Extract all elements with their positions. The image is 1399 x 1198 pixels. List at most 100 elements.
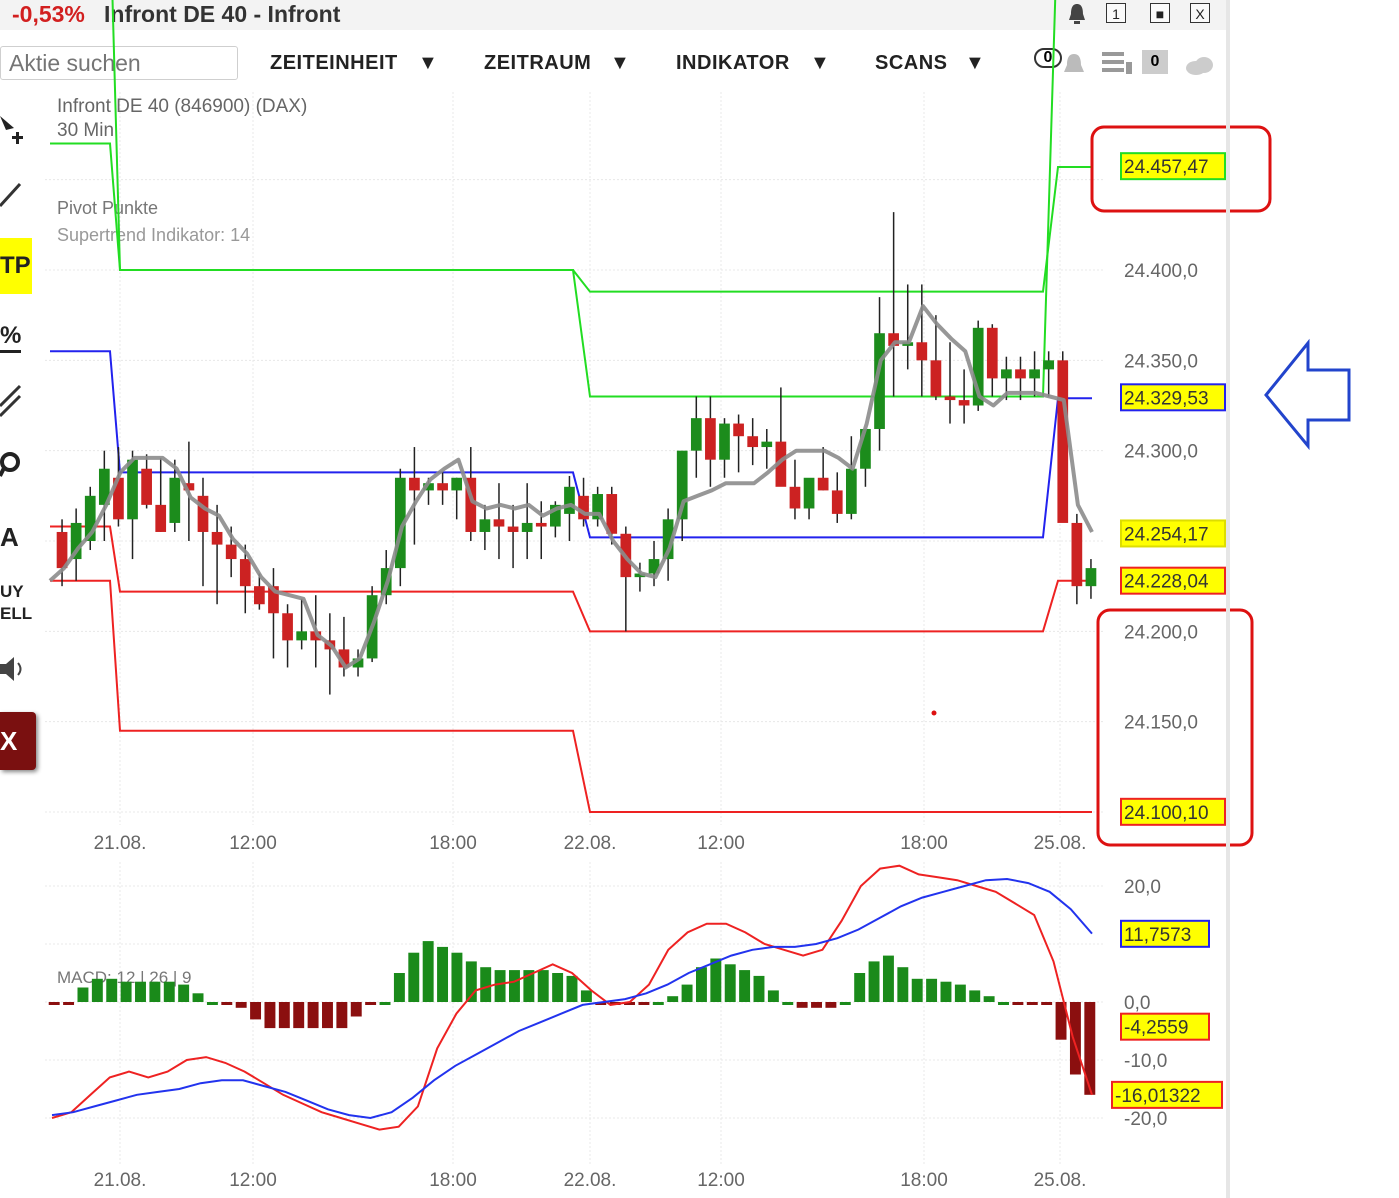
candle-body: [212, 532, 223, 545]
macd-bar: [408, 953, 419, 1002]
candle-body: [508, 527, 519, 532]
macd-bar: [725, 964, 736, 1002]
time-axis-bottom: 21.08.12:0018:0022.08.12:0018:0025.08.: [94, 1170, 1087, 1191]
chart-canvas[interactable]: Infront DE 40 (846900) (DAX) 30 Min Pivo…: [0, 0, 1399, 1198]
macd-bar: [883, 956, 894, 1002]
time-tick-label: 18:00: [900, 833, 948, 854]
price-grid: [45, 92, 1103, 825]
candle-body: [494, 519, 505, 526]
candle-body: [409, 478, 420, 491]
time-axis-top: 21.08.12:0018:0022.08.12:0018:0025.08.: [94, 833, 1087, 854]
candle-body: [198, 496, 209, 532]
macd-bar: [92, 979, 103, 1002]
price-label: 24.100,10: [1124, 803, 1209, 824]
pivot-lines: [50, 0, 1092, 812]
time-tick-label: 25.08.: [1034, 1170, 1087, 1191]
macd-bar: [912, 979, 923, 1002]
candle-body: [282, 613, 293, 640]
macd-value-label: -4,2559: [1124, 1018, 1188, 1039]
price-tick-label: 24.350,0: [1124, 351, 1198, 372]
time-tick-label: 21.08.: [94, 1170, 147, 1191]
instrument-title: Infront DE 40 (846900) (DAX): [57, 96, 307, 117]
pivot-r2-line: [50, 0, 1092, 292]
macd-bar: [437, 947, 448, 1002]
macd-bar: [869, 961, 880, 1002]
candle-body: [916, 342, 927, 360]
candle-body: [564, 487, 575, 514]
time-tick-label: 22.08.: [564, 833, 617, 854]
candle-body: [1001, 369, 1012, 378]
timeframe-label: 30 Min: [57, 120, 114, 141]
candle-body: [832, 490, 843, 513]
macd-bar: [279, 1002, 290, 1028]
time-tick-label: 12:00: [697, 1170, 745, 1191]
macd-bar: [221, 1002, 232, 1005]
macd-bar: [365, 1002, 376, 1005]
macd-bar: [351, 1002, 362, 1017]
macd-bar: [77, 988, 88, 1003]
macd-tick-label: 20,0: [1124, 877, 1161, 898]
time-tick-label: 18:00: [429, 1170, 477, 1191]
candle-body: [1015, 369, 1026, 378]
time-tick-label: 18:00: [429, 833, 477, 854]
candle-body: [155, 505, 166, 532]
candle-body: [705, 418, 716, 460]
macd-bar: [495, 970, 506, 1002]
macd-bar: [567, 976, 578, 1002]
macd-histogram: [49, 941, 1096, 1095]
macd-value-label: -16,01322: [1115, 1086, 1201, 1107]
macd-bar: [236, 1002, 247, 1008]
macd-tick-label: -10,0: [1124, 1051, 1167, 1072]
legend-pivot: Pivot Punkte: [57, 198, 158, 218]
macd-bar: [1012, 1002, 1023, 1005]
candle-body: [240, 559, 251, 586]
macd-bar: [451, 953, 462, 1002]
time-tick-label: 18:00: [900, 1170, 948, 1191]
macd-bar: [825, 1002, 836, 1008]
price-label: 24.254,17: [1124, 524, 1209, 545]
price-axis: 24.400,0 24.350,0 24.300,0 24.200,0 24.150,0: [1124, 261, 1198, 734]
macd-bar: [969, 990, 980, 1002]
price-tick-label: 24.150,0: [1124, 713, 1198, 734]
macd-bar: [754, 976, 765, 1002]
price-label: 24.329,53: [1124, 388, 1209, 409]
candle-body: [691, 418, 702, 451]
candle-body: [127, 460, 138, 520]
macd-bar: [250, 1002, 261, 1019]
macd-bar: [710, 959, 721, 1003]
macd-bar: [193, 993, 204, 1002]
macd-bar: [480, 967, 491, 1002]
macd-bar: [106, 979, 117, 1002]
candle-body: [719, 424, 730, 460]
macd-bar: [1070, 1002, 1081, 1075]
price-tick-label: 24.200,0: [1124, 622, 1198, 643]
macd-bar: [854, 973, 865, 1002]
time-tick-label: 21.08.: [94, 833, 147, 854]
candle-body: [1072, 523, 1083, 586]
macd-bar: [941, 982, 952, 1002]
candle-body: [451, 478, 462, 491]
macd-grid: [45, 862, 1103, 1165]
macd-bar: [1084, 1002, 1095, 1095]
window-border: [1226, 0, 1230, 1198]
macd-bar: [797, 1002, 808, 1008]
macd-value-labels: 11,7573-4,2559-16,01322: [1112, 921, 1222, 1108]
macd-bar: [926, 979, 937, 1002]
price-tick-label: 24.300,0: [1124, 442, 1198, 463]
pivot-s1-line: [50, 527, 1092, 632]
time-tick-label: 12:00: [697, 833, 745, 854]
macd-bar: [394, 973, 405, 1002]
candle-body: [480, 519, 491, 532]
candle-body: [536, 523, 547, 527]
candle-body: [226, 545, 237, 559]
price-tick-label: 24.400,0: [1124, 261, 1198, 282]
macd-bar: [840, 1002, 851, 1005]
macd-bar: [149, 982, 160, 1002]
candle-body: [987, 328, 998, 379]
macd-tick-label: 0,0: [1124, 993, 1150, 1014]
candle-body: [254, 586, 265, 604]
candle-body: [296, 631, 307, 640]
macd-bar: [768, 990, 779, 1002]
macd-bar: [682, 985, 693, 1002]
macd-bar: [308, 1002, 319, 1028]
